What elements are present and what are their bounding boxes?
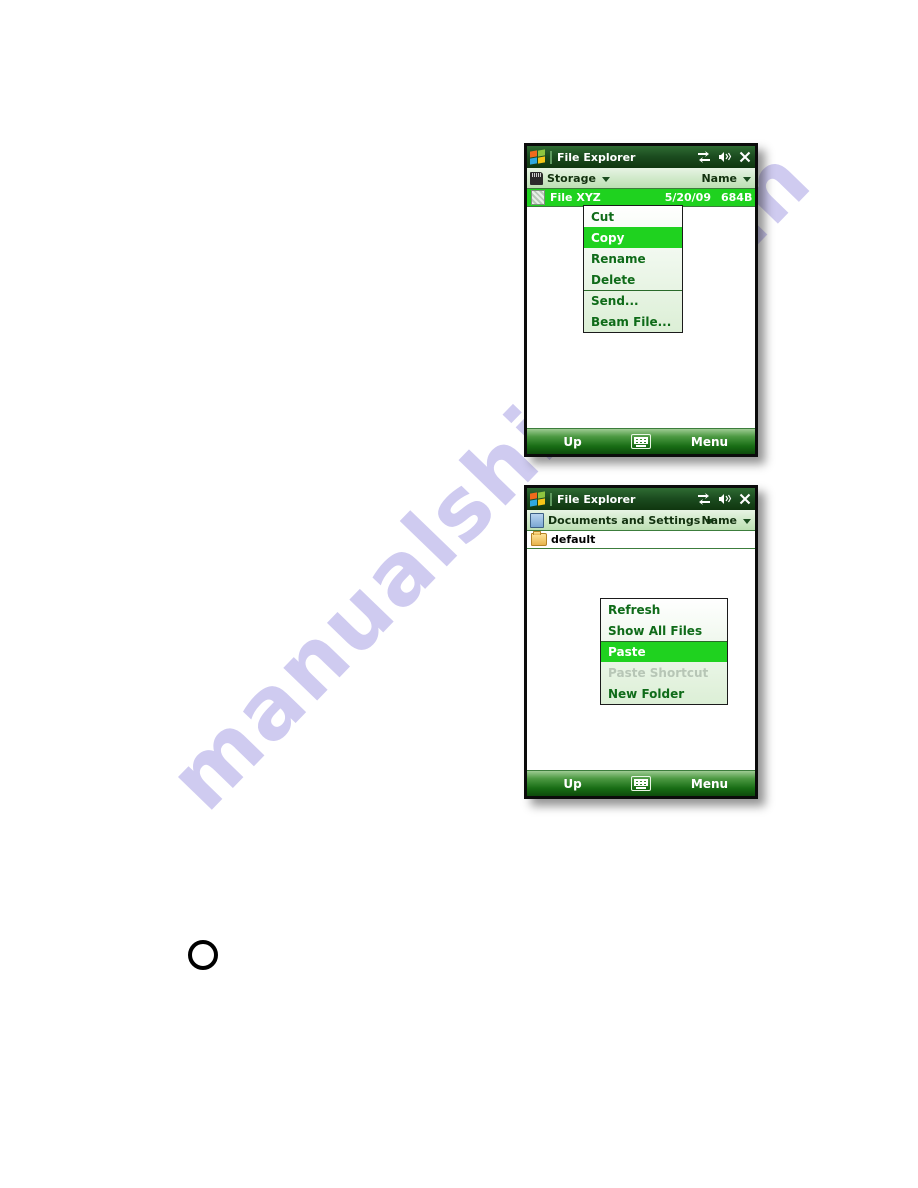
menu-item-delete[interactable]: Delete	[584, 269, 682, 290]
windows-flag-icon	[530, 490, 546, 507]
keyboard-icon	[631, 776, 651, 791]
location-selector[interactable]: Storage	[530, 171, 701, 185]
context-menu: Refresh Show All Files Paste Paste Short…	[600, 598, 728, 705]
close-icon[interactable]	[739, 151, 751, 163]
titlebar-divider	[550, 492, 552, 506]
titlebar-divider	[550, 150, 552, 164]
file-icon	[531, 190, 545, 205]
folder-icon	[531, 531, 547, 546]
file-list: default	[527, 531, 755, 549]
chevron-down-icon	[743, 176, 751, 182]
menu-item-send[interactable]: Send...	[584, 290, 682, 311]
menu-button[interactable]: Menu	[664, 778, 755, 790]
location-selector[interactable]: Documents and Settings	[530, 512, 715, 528]
keyboard-button[interactable]	[618, 434, 664, 449]
sort-selector[interactable]: Name	[701, 173, 751, 184]
chevron-down-icon	[601, 176, 610, 182]
location-label: Storage	[547, 171, 596, 185]
location-label: Documents and Settings	[548, 513, 701, 527]
context-menu: Cut Copy Rename Delete Send... Beam File…	[583, 205, 683, 333]
titlebar-status-icons	[697, 493, 751, 505]
menu-item-cut[interactable]: Cut	[584, 206, 682, 227]
menu-button[interactable]: Menu	[664, 436, 755, 448]
menu-item-new-folder[interactable]: New Folder	[601, 683, 727, 704]
menu-item-show-all-files[interactable]: Show All Files	[601, 620, 727, 641]
up-button[interactable]: Up	[527, 778, 618, 790]
page-watermark: manualshive.com	[0, 0, 918, 1188]
device-icon	[530, 512, 544, 528]
command-bar: Up Menu	[527, 770, 755, 796]
menu-item-refresh[interactable]: Refresh	[601, 599, 727, 620]
screenshot-file-explorer-documents-and-settings: File Explorer Documents and Settings Nam…	[524, 485, 758, 799]
app-title: File Explorer	[557, 492, 636, 506]
menu-item-rename[interactable]: Rename	[584, 248, 682, 269]
windows-flag-icon	[530, 148, 546, 165]
file-size: 684B	[721, 191, 753, 204]
location-toolbar: Documents and Settings Name	[527, 510, 755, 531]
titlebar: File Explorer	[527, 146, 755, 168]
keyboard-icon	[631, 434, 651, 449]
storage-card-icon	[530, 171, 543, 185]
close-icon[interactable]	[739, 493, 751, 505]
sort-label: Name	[701, 513, 737, 527]
sort-selector[interactable]: Name	[701, 515, 751, 526]
volume-icon[interactable]	[718, 493, 732, 505]
app-title: File Explorer	[557, 150, 636, 164]
up-button[interactable]: Up	[527, 436, 618, 448]
callout-circle-marker	[188, 940, 218, 970]
location-toolbar: Storage Name	[527, 168, 755, 189]
connectivity-icon[interactable]	[697, 151, 711, 163]
table-row[interactable]: default	[527, 531, 755, 549]
keyboard-button[interactable]	[618, 776, 664, 791]
screenshot-file-explorer-storage: File Explorer Storage Name File XYZ 5/20…	[524, 143, 758, 457]
titlebar: File Explorer	[527, 488, 755, 510]
folder-name: default	[551, 534, 596, 545]
file-name: File XYZ	[550, 192, 601, 203]
file-date: 5/20/09	[664, 191, 711, 204]
titlebar-status-icons	[697, 151, 751, 163]
menu-item-beam-file[interactable]: Beam File...	[584, 311, 682, 332]
menu-item-paste[interactable]: Paste	[601, 641, 727, 662]
connectivity-icon[interactable]	[697, 493, 711, 505]
command-bar: Up Menu	[527, 428, 755, 454]
volume-icon[interactable]	[718, 151, 732, 163]
menu-item-copy[interactable]: Copy	[584, 227, 682, 248]
sort-label: Name	[701, 171, 737, 185]
chevron-down-icon	[743, 518, 751, 524]
menu-item-paste-shortcut: Paste Shortcut	[608, 665, 709, 680]
